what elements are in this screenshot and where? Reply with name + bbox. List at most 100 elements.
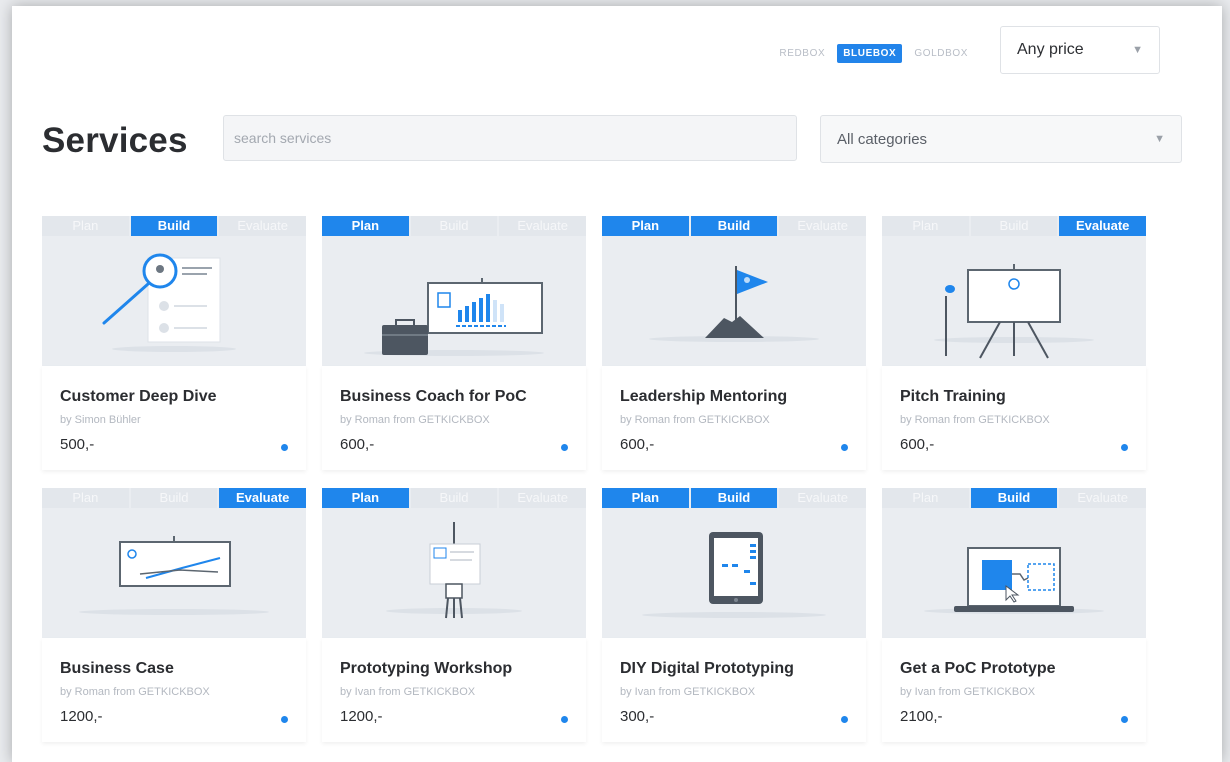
phase-build: Build — [970, 488, 1060, 508]
service-card[interactable]: Plan Build Evaluate Customer Deep Dive by S… — [42, 216, 307, 470]
service-title[interactable]: Business Coach for PoC — [340, 388, 527, 406]
status-dot-icon — [841, 716, 848, 723]
price-filter-value: Any price — [1017, 41, 1084, 58]
phase-bar: Plan Build Evaluate — [42, 216, 307, 236]
phase-plan: Plan — [882, 488, 971, 508]
status-dot-icon — [1121, 444, 1128, 451]
service-author: by Ivan from GETKICKBOX — [340, 686, 476, 698]
easel-workshop-icon — [322, 508, 586, 638]
service-card-body: Prototyping Workshop by Ivan from GETKICK… — [322, 638, 586, 742]
service-card-body: Pitch Training by Roman from GETKICKBOX 60… — [882, 366, 1146, 470]
phase-plan: Plan — [42, 488, 131, 508]
phase-bar: Plan Build Evaluate — [322, 216, 587, 236]
service-title[interactable]: Business Case — [60, 660, 174, 678]
status-dot-icon — [281, 444, 288, 451]
phase-bar: Plan Build Evaluate — [42, 488, 307, 508]
price-filter-select[interactable]: Any price ▼ — [1000, 26, 1160, 74]
chevron-down-icon: ▼ — [1154, 133, 1165, 145]
app-window: REDBOX BLUEBOX GOLDBOX Any price ▼ Servi… — [12, 6, 1222, 762]
phase-bar: Plan Build Evaluate — [882, 216, 1147, 236]
magnifier-profile-icon — [42, 236, 306, 366]
phase-evaluate: Evaluate — [219, 488, 307, 508]
service-card[interactable]: Plan Build Evaluate Business Case by Roman … — [42, 488, 307, 742]
chevron-down-icon: ▼ — [1132, 44, 1143, 56]
box-tab-goldbox[interactable]: GOLDBOX — [908, 44, 974, 63]
phase-bar: Plan Build Evaluate — [322, 488, 587, 508]
phase-build: Build — [970, 216, 1060, 236]
phase-evaluate: Evaluate — [779, 488, 867, 508]
phase-plan: Plan — [602, 488, 691, 508]
service-illustration-area: Plan Build Evaluate — [602, 216, 867, 366]
service-author: by Ivan from GETKICKBOX — [620, 686, 756, 698]
phase-bar: Plan Build Evaluate — [602, 488, 867, 508]
phase-evaluate: Evaluate — [1059, 216, 1147, 236]
service-price: 1200,- — [60, 708, 103, 725]
status-dot-icon — [1121, 716, 1128, 723]
service-illustration-area: Plan Build Evaluate — [322, 216, 587, 366]
service-card-body: Business Case by Roman from GETKICKBOX 120… — [42, 638, 306, 742]
service-card[interactable]: Plan Build Evaluate Prototyping Workshop by… — [322, 488, 587, 742]
service-author: by Simon Bühler — [60, 414, 141, 426]
service-title[interactable]: Prototyping Workshop — [340, 660, 512, 678]
page-title: Services — [42, 121, 188, 160]
service-illustration-area: Plan Build Evaluate — [882, 488, 1147, 638]
service-card[interactable]: Plan Build Evaluate Get a PoC Prototype by … — [882, 488, 1147, 742]
box-tab-redbox[interactable]: REDBOX — [773, 44, 831, 63]
phase-build: Build — [690, 216, 780, 236]
phase-plan: Plan — [602, 216, 691, 236]
service-title[interactable]: Customer Deep Dive — [60, 388, 217, 406]
phase-plan: Plan — [322, 216, 411, 236]
service-card-body: Get a PoC Prototype by Ivan from GETKICKB… — [882, 638, 1146, 742]
search-input[interactable] — [223, 115, 797, 161]
service-card[interactable]: Plan Build Evaluate DIY Digital Prototypin… — [602, 488, 867, 742]
service-card-body: DIY Digital Prototyping by Ivan from GETK… — [602, 638, 866, 742]
service-card[interactable]: Plan Build Evaluate Leadership Mentoring by… — [602, 216, 867, 470]
phase-evaluate: Evaluate — [1059, 488, 1147, 508]
phase-bar: Plan Build Evaluate — [602, 216, 867, 236]
service-author: by Roman from GETKICKBOX — [60, 686, 210, 698]
phase-evaluate: Evaluate — [499, 488, 587, 508]
box-switcher: REDBOX BLUEBOX GOLDBOX — [773, 44, 974, 63]
service-price: 2100,- — [900, 708, 943, 725]
status-dot-icon — [841, 444, 848, 451]
service-price: 600,- — [620, 436, 655, 453]
phase-plan: Plan — [882, 216, 971, 236]
service-title[interactable]: DIY Digital Prototyping — [620, 660, 794, 678]
phase-build: Build — [130, 488, 220, 508]
category-filter-select[interactable]: All categories ▼ — [820, 115, 1182, 163]
phase-evaluate: Evaluate — [779, 216, 867, 236]
service-illustration-area: Plan Build Evaluate — [322, 488, 587, 638]
phase-build: Build — [410, 488, 500, 508]
service-price: 600,- — [900, 436, 935, 453]
phase-plan: Plan — [42, 216, 131, 236]
service-illustration-area: Plan Build Evaluate — [882, 216, 1147, 366]
mountain-flag-icon — [602, 236, 866, 366]
phase-build: Build — [410, 216, 500, 236]
service-title[interactable]: Get a PoC Prototype — [900, 660, 1056, 678]
service-title[interactable]: Leadership Mentoring — [620, 388, 787, 406]
laptop-prototype-icon — [882, 508, 1146, 638]
phase-build: Build — [690, 488, 780, 508]
service-card-body: Business Coach for PoC by Roman from GETK… — [322, 366, 586, 470]
service-illustration-area: Plan Build Evaluate — [42, 488, 307, 638]
phase-plan: Plan — [322, 488, 411, 508]
category-filter-value: All categories — [837, 130, 928, 148]
status-dot-icon — [281, 716, 288, 723]
phase-build: Build — [130, 216, 220, 236]
service-card-body: Leadership Mentoring by Roman from GETKIC… — [602, 366, 866, 470]
service-illustration-area: Plan Build Evaluate — [42, 216, 307, 366]
service-card[interactable]: Plan Build Evaluate Business Coach for PoC… — [322, 216, 587, 470]
line-chart-board-icon — [42, 508, 306, 638]
services-grid: Plan Build Evaluate Customer Deep Dive by S… — [42, 216, 1147, 742]
service-card-body: Customer Deep Dive by Simon Bühler 500,- — [42, 366, 306, 470]
phase-bar: Plan Build Evaluate — [882, 488, 1147, 508]
service-illustration-area: Plan Build Evaluate — [602, 488, 867, 638]
service-card[interactable]: Plan Build Evaluate Pitch Training by Roman… — [882, 216, 1147, 470]
box-tab-bluebox[interactable]: BLUEBOX — [837, 44, 903, 63]
service-price: 1200,- — [340, 708, 383, 725]
service-author: by Roman from GETKICKBOX — [340, 414, 490, 426]
service-price: 500,- — [60, 436, 95, 453]
tablet-wireframe-icon — [602, 508, 866, 638]
service-title[interactable]: Pitch Training — [900, 388, 1006, 406]
service-price: 600,- — [340, 436, 375, 453]
